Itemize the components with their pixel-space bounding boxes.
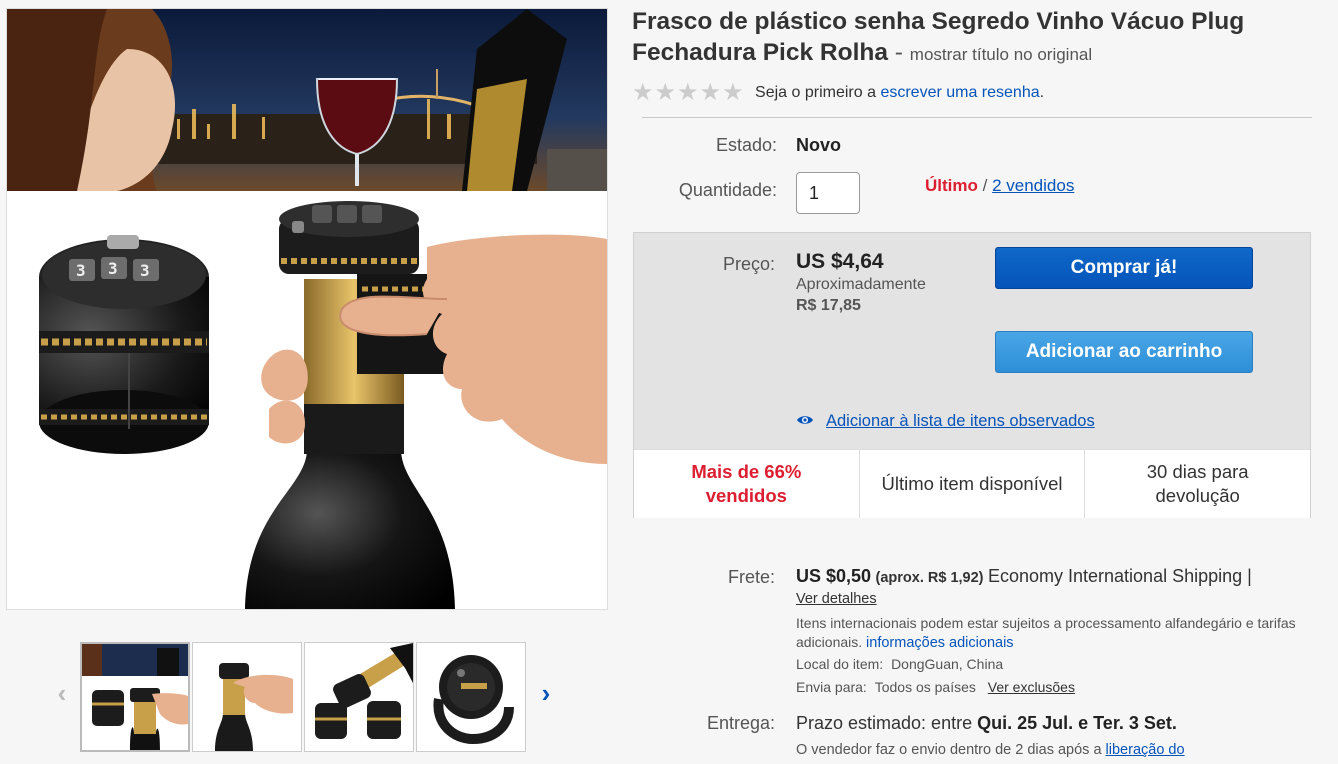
exclusions-link[interactable]: Ver exclusões bbox=[988, 679, 1075, 695]
shipping-service: Economy International Shipping | bbox=[987, 566, 1252, 586]
add-to-watchlist-link[interactable]: Adicionar à lista de itens observados bbox=[826, 412, 1095, 430]
sold-count-link[interactable]: 2 vendidos bbox=[992, 176, 1074, 195]
delivery-dates: Qui. 25 Jul. e Ter. 3 Set. bbox=[977, 713, 1177, 733]
price-label: Preço: bbox=[722, 254, 775, 274]
svg-text:3: 3 bbox=[76, 261, 86, 280]
thumbnail-4[interactable] bbox=[416, 642, 526, 752]
highlights-bar: Mais de 66% vendidos Último item disponí… bbox=[634, 449, 1310, 518]
write-review-link[interactable]: escrever uma resenha bbox=[880, 84, 1039, 101]
ships-to-value: Todos os países bbox=[874, 679, 976, 695]
availability-info: Último / 2 vendidos bbox=[925, 176, 1074, 196]
quantity-label: Quantidade: bbox=[678, 180, 777, 200]
condition-value: Novo bbox=[796, 135, 841, 155]
thumbnail-1[interactable] bbox=[80, 642, 190, 752]
shipping-label: Frete: bbox=[727, 567, 775, 587]
delivery-estimate: Prazo estimado: entre Qui. 25 Jul. e Ter… bbox=[796, 713, 1177, 734]
rating-stars-icon: ★★★★★ bbox=[632, 79, 745, 106]
customs-note-block: Itens internacionais podem estar sujeito… bbox=[796, 614, 1306, 653]
svg-text:3: 3 bbox=[140, 261, 150, 280]
highlight-returns: 30 dias para devolução bbox=[1146, 461, 1249, 506]
shipping-line: US $0,50 (aprox. R$ 1,92) Economy Intern… bbox=[796, 566, 1326, 587]
review-suffix: . bbox=[1039, 83, 1045, 101]
highlight-sold-percent: Mais de 66% vendidos bbox=[634, 450, 860, 518]
carousel-next-arrow-icon[interactable]: › bbox=[534, 678, 558, 708]
thumbnail-carousel: ‹ › bbox=[50, 640, 570, 756]
more-info-link[interactable]: informações adicionais bbox=[866, 635, 1014, 651]
quantity-input[interactable] bbox=[796, 172, 860, 214]
item-location-row: Local do item: DongGuan, China bbox=[796, 656, 1003, 672]
delivery-note: O vendedor faz o envio dentro de 2 dias … bbox=[796, 742, 1102, 758]
ships-to-row: Envia para: Todos os países Ver exclusõe… bbox=[796, 679, 1075, 695]
delivery-note-link[interactable]: liberação do bbox=[1106, 742, 1185, 758]
price-value: US $4,64 bbox=[796, 250, 884, 273]
price-approx-label: Aproximadamente bbox=[796, 276, 926, 293]
ships-to-label: Envia para: bbox=[796, 679, 867, 695]
shipping-price: US $0,50 bbox=[796, 566, 872, 586]
show-original-title-link[interactable]: mostrar título no original bbox=[910, 45, 1092, 64]
buy-now-button[interactable]: Comprar já! bbox=[995, 247, 1253, 289]
item-location-value: DongGuan, China bbox=[891, 656, 1004, 672]
last-item-label: Último bbox=[925, 176, 978, 195]
svg-text:3: 3 bbox=[108, 259, 118, 278]
carousel-prev-arrow-icon[interactable]: ‹ bbox=[50, 678, 74, 708]
item-location-label: Local do item: bbox=[796, 656, 884, 672]
delivery-prefix: Prazo estimado: entre bbox=[796, 713, 973, 733]
highlight-last-item: Último item disponível bbox=[860, 450, 1086, 518]
product-title: Frasco de plástico senha Segredo Vinho V… bbox=[632, 6, 1322, 70]
thumbnail-2[interactable] bbox=[192, 642, 302, 752]
title-separator: - bbox=[894, 39, 903, 66]
delivery-label: Entrega: bbox=[706, 713, 775, 733]
watchlist-row[interactable]: Adicionar à lista de itens observados bbox=[796, 412, 1095, 431]
price-approx-value: R$ 17,85 bbox=[796, 297, 861, 314]
delivery-note-row: O vendedor faz o envio dentro de 2 dias … bbox=[796, 742, 1185, 758]
availability-separator: / bbox=[982, 176, 988, 195]
main-product-image[interactable]: 3 3 3 bbox=[6, 8, 608, 610]
shipping-approx: (aprox. R$ 1,92) bbox=[875, 570, 984, 586]
review-prefix: Seja o primeiro a bbox=[755, 83, 876, 101]
add-to-cart-button[interactable]: Adicionar ao carrinho bbox=[995, 331, 1253, 373]
thumbnail-3[interactable] bbox=[304, 642, 414, 752]
condition-label: Estado: bbox=[715, 135, 777, 155]
shipping-details-link[interactable]: Ver detalhes bbox=[796, 591, 877, 607]
header-divider bbox=[642, 117, 1312, 118]
eye-icon bbox=[796, 412, 814, 431]
rating-row: ★★★★★ Seja o primeiro a escrever uma res… bbox=[632, 78, 1045, 106]
